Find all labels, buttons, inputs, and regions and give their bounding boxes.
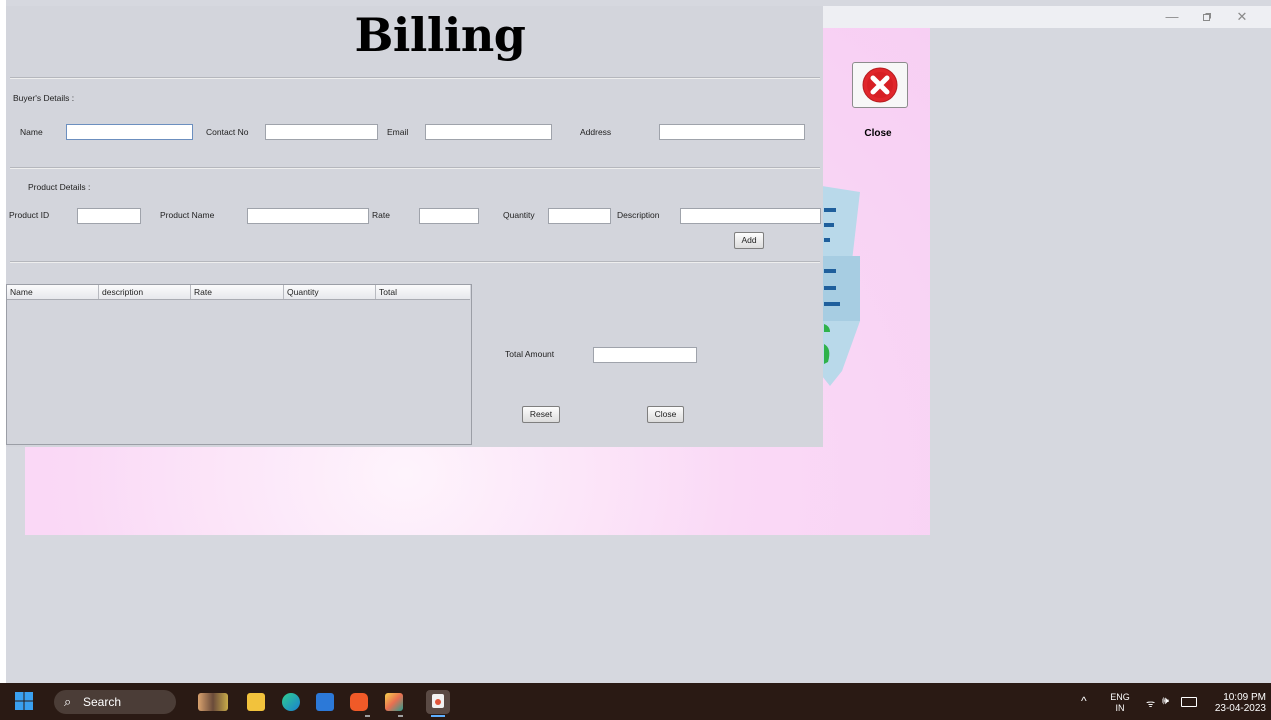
restore-icon[interactable] bbox=[1195, 8, 1219, 26]
language-code: ENG bbox=[1110, 692, 1130, 702]
close-button[interactable]: Close bbox=[647, 406, 684, 423]
running-indicator bbox=[398, 715, 403, 717]
column-header-total[interactable]: Total bbox=[376, 285, 470, 299]
contact-label: Contact No bbox=[206, 127, 249, 137]
app-cube-icon[interactable] bbox=[385, 693, 403, 711]
wifi-icon[interactable]: ᯤ bbox=[1146, 696, 1155, 710]
column-header-description[interactable]: description bbox=[99, 285, 191, 299]
email-field[interactable] bbox=[425, 124, 552, 140]
show-hidden-icons-icon[interactable]: ^ bbox=[1081, 694, 1087, 708]
taskbar-search-box[interactable]: ⌕ Search bbox=[54, 690, 176, 714]
rate-label: Rate bbox=[372, 210, 390, 220]
product-separator bbox=[10, 261, 820, 263]
column-header-rate[interactable]: Rate bbox=[191, 285, 284, 299]
total-amount-label: Total Amount bbox=[505, 349, 555, 359]
quantity-field[interactable] bbox=[548, 208, 611, 224]
close-app-button[interactable] bbox=[852, 62, 908, 108]
brave-icon[interactable] bbox=[350, 693, 368, 711]
language-indicator[interactable]: ENG IN bbox=[1107, 692, 1133, 714]
buyer-details-heading: Buyer's Details : bbox=[13, 93, 75, 103]
red-x-circle-icon bbox=[862, 67, 898, 103]
items-table-header: Name description Rate Quantity Total bbox=[7, 285, 470, 300]
quantity-label: Quantity bbox=[503, 210, 535, 220]
description-label: Description bbox=[617, 210, 660, 220]
product-id-field[interactable] bbox=[77, 208, 141, 224]
edge-icon[interactable] bbox=[282, 693, 300, 711]
email-label: Email bbox=[387, 127, 409, 137]
column-header-quantity[interactable]: Quantity bbox=[284, 285, 376, 299]
contact-field[interactable] bbox=[265, 124, 378, 140]
date-text: 23-04-2023 bbox=[1214, 703, 1266, 714]
description-field[interactable] bbox=[680, 208, 821, 224]
close-app-label: Close bbox=[864, 128, 892, 139]
battery-icon[interactable] bbox=[1181, 697, 1197, 707]
title-separator bbox=[10, 77, 820, 79]
name-label: Name bbox=[20, 127, 43, 137]
product-name-field[interactable] bbox=[247, 208, 369, 224]
buyer-separator bbox=[10, 167, 820, 169]
page-title: Billing bbox=[354, 8, 526, 62]
items-table[interactable] bbox=[6, 284, 472, 445]
total-amount-field[interactable] bbox=[593, 347, 697, 363]
user-widget-icon[interactable] bbox=[198, 693, 228, 711]
start-icon[interactable] bbox=[15, 692, 33, 710]
add-button[interactable]: Add bbox=[734, 232, 764, 249]
volume-icon[interactable]: 🕪 bbox=[1162, 695, 1169, 708]
active-app-indicator bbox=[431, 715, 445, 717]
region-code: IN bbox=[1115, 703, 1125, 713]
address-field[interactable] bbox=[659, 124, 805, 140]
address-label: Address bbox=[580, 127, 612, 137]
window-close-icon[interactable]: ✕ bbox=[1230, 8, 1254, 26]
running-indicator bbox=[365, 715, 370, 717]
search-icon: ⌕ bbox=[64, 694, 72, 709]
column-header-name[interactable]: Name bbox=[7, 285, 99, 299]
product-name-label: Product Name bbox=[160, 210, 215, 220]
java-icon[interactable] bbox=[426, 690, 450, 714]
time-text: 10:09 PM bbox=[1223, 692, 1266, 703]
rate-field[interactable] bbox=[419, 208, 479, 224]
file-explorer-icon[interactable] bbox=[247, 693, 265, 711]
name-field[interactable] bbox=[66, 124, 193, 140]
search-label: Search bbox=[83, 695, 122, 709]
product-id-label: Product ID bbox=[9, 210, 50, 220]
microsoft-store-icon[interactable] bbox=[316, 693, 334, 711]
clock[interactable]: 10:09 PM 23-04-2023 bbox=[1204, 692, 1266, 714]
reset-button[interactable]: Reset bbox=[522, 406, 560, 423]
minimize-icon[interactable]: — bbox=[1160, 8, 1184, 26]
product-details-heading: Product Details : bbox=[28, 182, 91, 192]
